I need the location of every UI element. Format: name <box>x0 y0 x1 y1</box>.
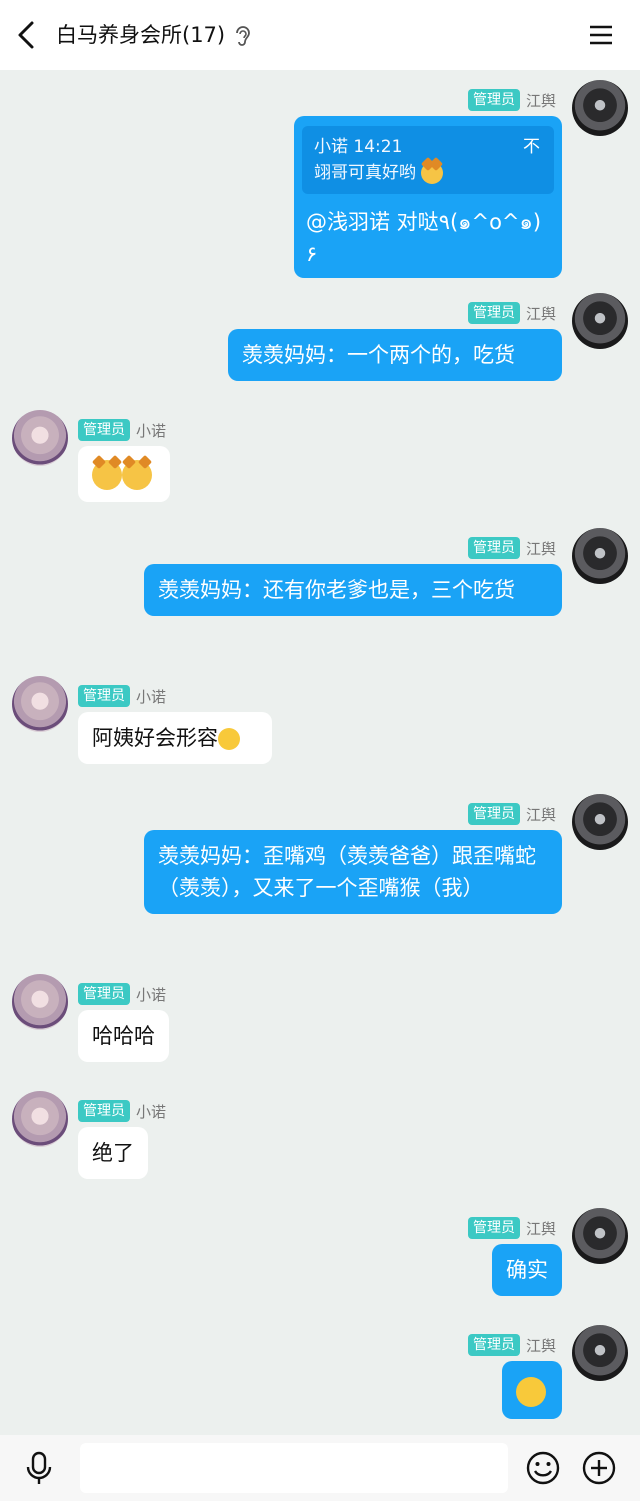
role-badge: 管理员 <box>467 1334 520 1356</box>
message-meta: 管理员 江舆 <box>467 1333 556 1357</box>
sender-name[interactable]: 江舆 <box>526 1218 556 1239</box>
sender-name[interactable]: 江舆 <box>526 538 556 559</box>
role-badge: 管理员 <box>467 302 520 324</box>
message-meta: 管理员 小诺 <box>78 684 166 708</box>
avatar[interactable] <box>12 410 68 466</box>
message-bubble[interactable]: 小诺 14:21 不 翊哥可真好哟 @浅羽诺 对哒٩(๑^o^๑)۶ <box>294 116 562 278</box>
message-meta: 管理员 小诺 <box>78 418 166 442</box>
smiling-emoji-icon <box>516 1377 546 1407</box>
avatar[interactable] <box>572 1208 628 1264</box>
avatar[interactable] <box>572 1325 628 1381</box>
input-bar <box>0 1435 640 1501</box>
quote-meta: 小诺 14:21 <box>314 137 403 157</box>
role-badge: 管理员 <box>78 983 130 1005</box>
avatar[interactable] <box>12 676 68 732</box>
quote-close: 不 <box>523 137 540 157</box>
message-text: 羡羡妈妈：一个两个的，吃货 <box>242 343 515 367</box>
message-bubble[interactable]: 确实 <box>492 1244 562 1296</box>
avatar[interactable] <box>572 528 628 584</box>
message-bubble[interactable] <box>502 1361 562 1419</box>
message-text: 羡羡妈妈：歪嘴鸡（羡羡爸爸）跟歪嘴蛇（羡羡），又来了一个歪嘴猴（我） <box>158 844 536 900</box>
message-text: 羡羡妈妈：还有你老爹也是，三个吃货 <box>158 578 515 602</box>
sender-name[interactable]: 小诺 <box>136 984 166 1005</box>
message-bubble[interactable]: 绝了 <box>78 1127 148 1179</box>
message-text: 确实 <box>506 1258 548 1282</box>
dog-emoji-icon <box>421 162 444 184</box>
chat-header: 白马养身会所(17) <box>0 0 640 70</box>
avatar[interactable] <box>572 794 628 850</box>
chat-title[interactable]: 白马养身会所(17) <box>56 20 225 50</box>
sender-name[interactable]: 江舆 <box>526 804 556 825</box>
message-bubble[interactable]: 羡羡妈妈：歪嘴鸡（羡羡爸爸）跟歪嘴蛇（羡羡），又来了一个歪嘴猴（我） <box>144 830 562 914</box>
role-badge: 管理员 <box>78 1100 130 1122</box>
role-badge: 管理员 <box>467 537 520 559</box>
message-meta: 管理员 江舆 <box>467 301 556 325</box>
avatar[interactable] <box>12 1091 68 1147</box>
message-bubble[interactable]: 羡羡妈妈：一个两个的，吃货 <box>228 329 562 381</box>
role-badge: 管理员 <box>467 803 520 825</box>
message-bubble[interactable]: 羡羡妈妈：还有你老爹也是，三个吃货 <box>144 564 562 616</box>
message-bubble[interactable]: 阿姨好会形容 <box>78 712 272 764</box>
message-meta: 管理员 江舆 <box>467 802 556 826</box>
role-badge: 管理员 <box>467 89 520 111</box>
avatar[interactable] <box>572 293 628 349</box>
dog-emoji-icon <box>92 460 122 490</box>
role-badge: 管理员 <box>467 1217 520 1239</box>
back-arrow-icon[interactable] <box>10 17 46 53</box>
message-meta: 管理员 江舆 <box>467 1216 556 1240</box>
dog-emoji-icon <box>122 460 152 490</box>
sender-name[interactable]: 小诺 <box>136 686 166 707</box>
message-text: 绝了 <box>92 1141 134 1165</box>
laughing-emoji-icon <box>218 728 240 750</box>
quote-text: 翊哥可真好哟 <box>314 163 416 183</box>
sender-name[interactable]: 江舆 <box>526 1335 556 1356</box>
message-meta: 管理员 江舆 <box>467 88 556 112</box>
message-meta: 管理员 江舆 <box>467 536 556 560</box>
message-bubble[interactable]: 哈哈哈 <box>78 1010 169 1062</box>
menu-icon[interactable] <box>586 20 616 50</box>
microphone-icon[interactable] <box>20 1449 58 1487</box>
sender-name[interactable]: 小诺 <box>136 420 166 441</box>
message-meta: 管理员 小诺 <box>78 982 166 1006</box>
plus-icon[interactable] <box>580 1449 618 1487</box>
sender-name[interactable]: 小诺 <box>136 1101 166 1122</box>
sender-name[interactable]: 江舆 <box>526 90 556 111</box>
role-badge: 管理员 <box>78 419 130 441</box>
sender-name[interactable]: 江舆 <box>526 303 556 324</box>
message-text: 哈哈哈 <box>92 1024 155 1048</box>
message-text: @浅羽诺 对哒٩(๑^o^๑)۶ <box>306 210 542 266</box>
smiley-icon[interactable] <box>524 1449 562 1487</box>
message-text: 阿姨好会形容 <box>92 726 218 750</box>
avatar[interactable] <box>12 974 68 1030</box>
message-bubble[interactable] <box>78 446 170 502</box>
quoted-message[interactable]: 小诺 14:21 不 翊哥可真好哟 <box>302 126 554 194</box>
message-input[interactable] <box>80 1443 508 1493</box>
message-meta: 管理员 小诺 <box>78 1099 166 1123</box>
role-badge: 管理员 <box>78 685 130 707</box>
ear-icon <box>236 26 250 46</box>
avatar[interactable] <box>572 80 628 136</box>
